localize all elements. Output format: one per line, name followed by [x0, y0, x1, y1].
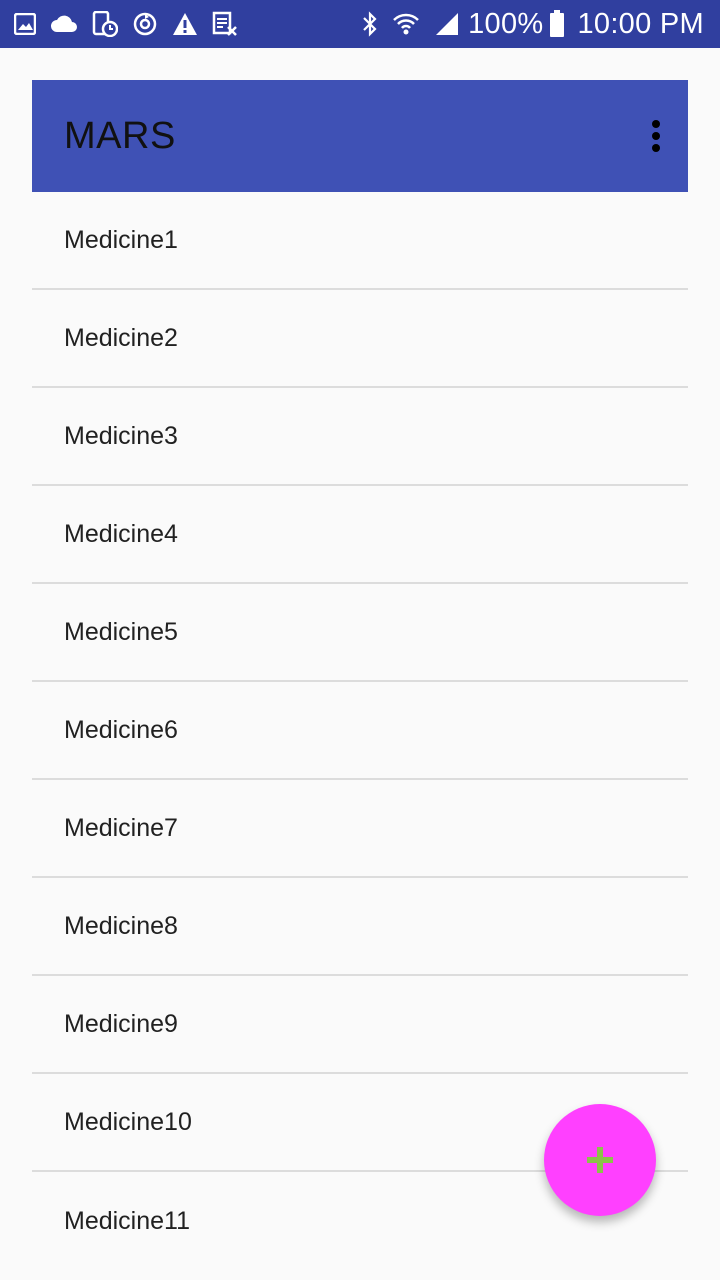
list-item[interactable]: Medicine6: [32, 682, 688, 780]
list-item-label: Medicine1: [64, 225, 178, 254]
wifi-icon: [392, 11, 420, 37]
calendar-x-icon: [212, 11, 238, 37]
list-item[interactable]: Medicine3: [32, 388, 688, 486]
list-item-label: Medicine8: [64, 911, 178, 940]
list-item[interactable]: Medicine8: [32, 878, 688, 976]
battery-percentage: 100%: [468, 7, 544, 40]
sync-icon: [132, 11, 158, 37]
list-item-label: Medicine5: [64, 617, 178, 646]
app-title: MARS: [64, 114, 176, 157]
signal-icon: [434, 11, 460, 37]
list-item-label: Medicine6: [64, 715, 178, 744]
list-item-label: Medicine9: [64, 1009, 178, 1038]
list-item-label: Medicine4: [64, 519, 178, 548]
list-item-label: Medicine2: [64, 323, 178, 352]
list-item-label: Medicine3: [64, 421, 178, 450]
warning-icon: [172, 12, 198, 36]
list-item-label: Medicine11: [64, 1206, 191, 1235]
plus-icon: [586, 1146, 614, 1174]
more-vert-icon[interactable]: [636, 106, 676, 166]
list-item[interactable]: Medicine2: [32, 290, 688, 388]
list-item[interactable]: Medicine7: [32, 780, 688, 878]
status-bar: 100% 10:00 PM: [0, 0, 720, 48]
list-item[interactable]: Medicine1: [32, 192, 688, 290]
list-item[interactable]: Medicine5: [32, 584, 688, 682]
clock: 10:00 PM: [577, 7, 704, 40]
gallery-icon: [14, 13, 36, 35]
status-bar-right: 100% 10:00 PM: [348, 8, 704, 41]
cloud-icon: [50, 14, 78, 34]
list-item[interactable]: Medicine9: [32, 976, 688, 1074]
list-item-label: Medicine7: [64, 813, 178, 842]
add-medicine-button[interactable]: [544, 1104, 656, 1216]
device-schedule-icon: [92, 11, 118, 37]
battery-icon: [549, 10, 565, 38]
list-item-label: Medicine10: [64, 1107, 192, 1136]
list-item[interactable]: Medicine4: [32, 486, 688, 584]
app-bar: MARS: [32, 80, 688, 192]
bluetooth-icon: [362, 11, 378, 37]
status-bar-left: [14, 11, 252, 37]
